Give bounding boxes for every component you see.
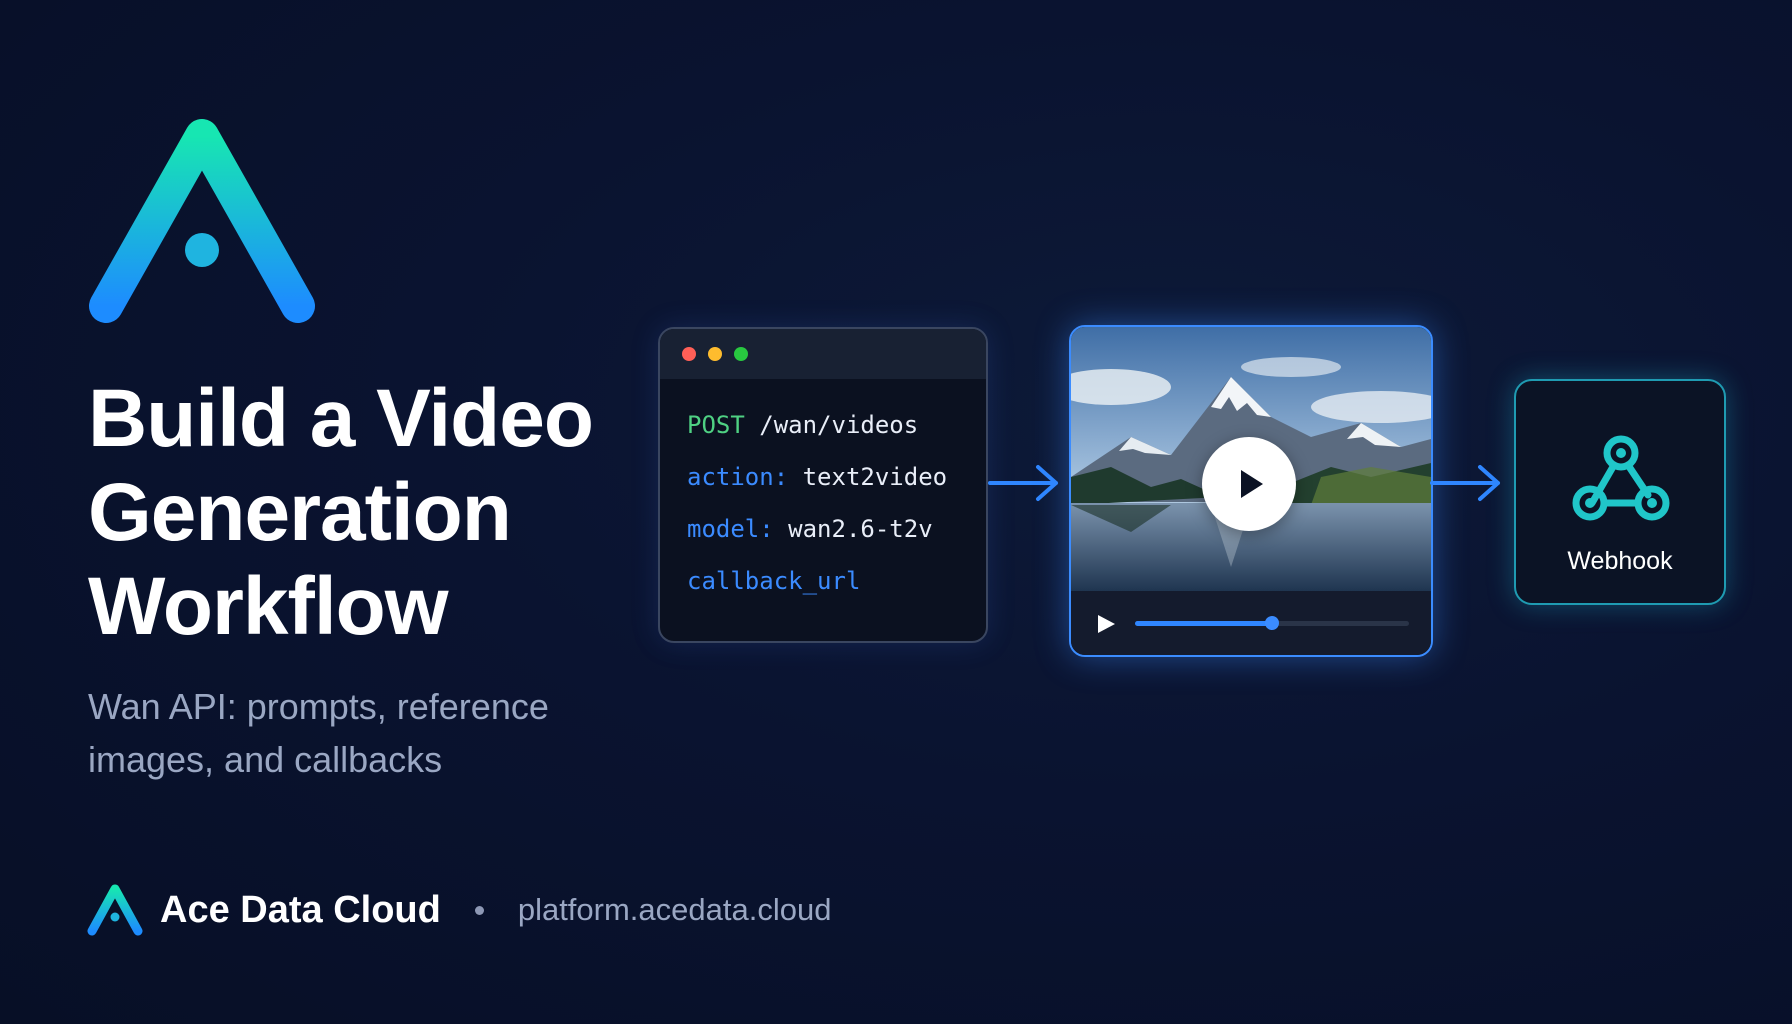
brand-name: Ace Data Cloud [160, 888, 441, 931]
video-player[interactable] [1069, 325, 1433, 657]
title-line-3: Workflow [88, 561, 448, 652]
code-line: model: wan2.6-t2v [687, 503, 986, 555]
window-title-bar [660, 329, 986, 379]
code-value: text2video [802, 463, 948, 491]
code-method: POST [687, 411, 745, 439]
code-body: POST /wan/videos action: text2video mode… [660, 379, 986, 607]
webhook-card: Webhook [1514, 379, 1726, 605]
webhook-label: Webhook [1567, 547, 1673, 575]
title-line-1: Build a Video [88, 373, 594, 464]
separator-dot [474, 905, 484, 915]
subtitle-line-1: Wan API: prompts, reference [88, 686, 549, 727]
ace-data-cloud-logo-icon [89, 119, 315, 323]
title-line-2: Generation [88, 467, 512, 558]
webhook-icon [1572, 435, 1670, 521]
code-line: action: text2video [687, 451, 986, 503]
video-controls [1071, 591, 1431, 655]
arrow-right-icon [988, 465, 1058, 501]
subtitle: Wan API: prompts, reference images, and … [88, 680, 648, 786]
play-small-icon[interactable] [1095, 613, 1117, 635]
code-key: action: [687, 463, 789, 491]
page-title: Build a Video Generation Workflow [88, 372, 594, 654]
minimize-dot-icon [708, 347, 722, 361]
platform-url[interactable]: platform.acedata.cloud [518, 892, 832, 928]
progress-thumb[interactable] [1265, 616, 1279, 630]
code-key: callback_url [687, 567, 861, 595]
code-window: POST /wan/videos action: text2video mode… [658, 327, 988, 643]
play-icon [1241, 470, 1263, 498]
code-line: POST /wan/videos [687, 399, 986, 451]
subtitle-line-2: images, and callbacks [88, 739, 443, 780]
close-dot-icon [682, 347, 696, 361]
progress-fill [1135, 621, 1272, 626]
arrow-right-icon [1430, 465, 1500, 501]
play-button[interactable] [1202, 437, 1296, 531]
code-key: model: [687, 515, 774, 543]
code-value: /wan/videos [759, 411, 919, 439]
code-value: wan2.6-t2v [788, 515, 933, 543]
ace-data-cloud-mini-logo-icon [87, 884, 143, 936]
progress-track[interactable] [1135, 616, 1409, 630]
footer: Ace Data Cloud platform.acedata.cloud [86, 878, 831, 942]
code-line: callback_url [687, 555, 986, 607]
maximize-dot-icon [734, 347, 748, 361]
